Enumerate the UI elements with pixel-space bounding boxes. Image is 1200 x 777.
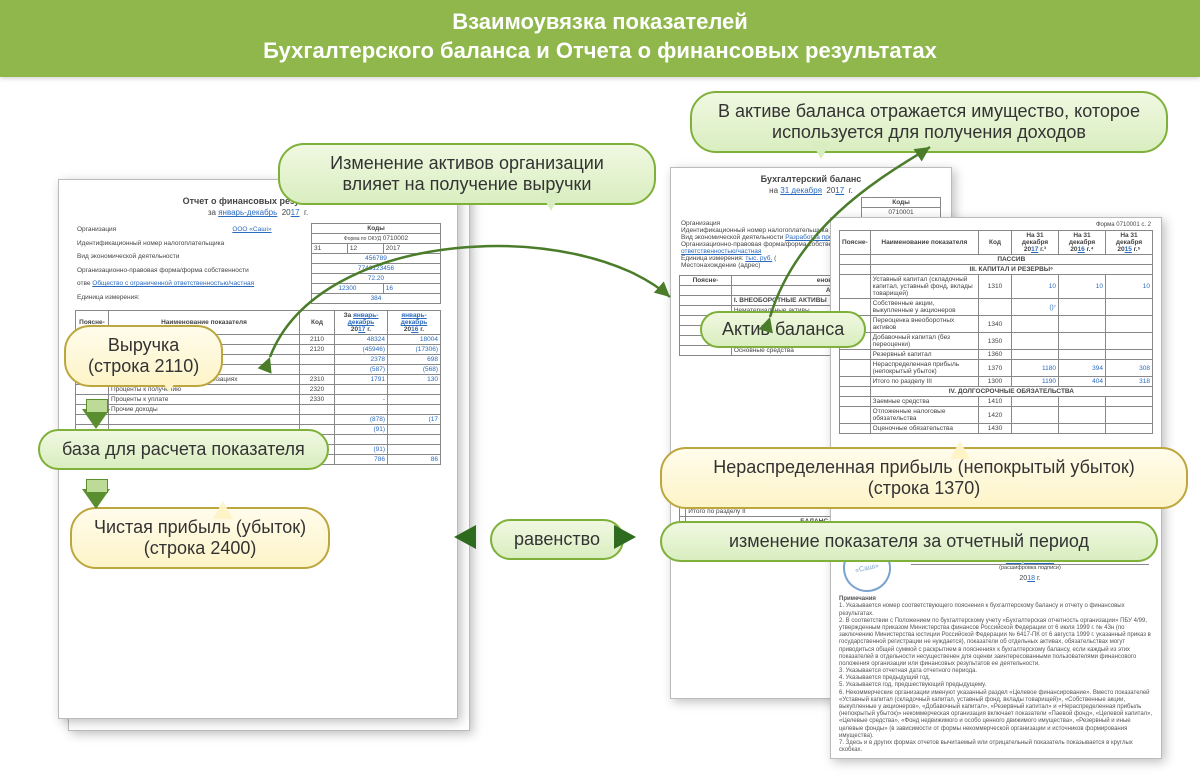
arrow-down-icon — [82, 409, 110, 429]
callout-equality: равенство — [490, 519, 624, 560]
title-line1: Взаимоувязка показателей — [0, 8, 1200, 37]
callout-asset-label: Актив баланса — [700, 311, 866, 348]
arrow-down-icon — [82, 489, 110, 509]
callout-assets-change: Изменение активов организации влияет на … — [278, 143, 656, 205]
arrow-left-right-icon — [454, 525, 476, 549]
diagram-stage: Отчет о финансовых результатах за январь… — [0, 77, 1200, 777]
callout-retained: Нераспределенная прибыль (непокрытый убы… — [660, 447, 1188, 509]
arrow-left-right-icon — [614, 525, 636, 549]
callout-change-period: изменение показателя за отчетный период — [660, 521, 1158, 562]
callout-balance-asset: В активе баланса отражается имущество, к… — [690, 91, 1168, 153]
pl-period-line: за январь-декабрь 2017 г. — [75, 208, 441, 217]
title-line2: Бухгалтерского баланса и Отчета о финанс… — [0, 37, 1200, 66]
page-title: Взаимоувязка показателей Бухгалтерского … — [0, 0, 1200, 77]
callout-base: база для расчета показателя — [38, 429, 329, 470]
balance-notes: Примечания 1. Указывается номер соответс… — [831, 592, 1161, 758]
callout-revenue: Выручка (строка 2110) — [64, 325, 223, 387]
callout-net-profit: Чистая прибыль (убыток) (строка 2400) — [70, 507, 330, 569]
